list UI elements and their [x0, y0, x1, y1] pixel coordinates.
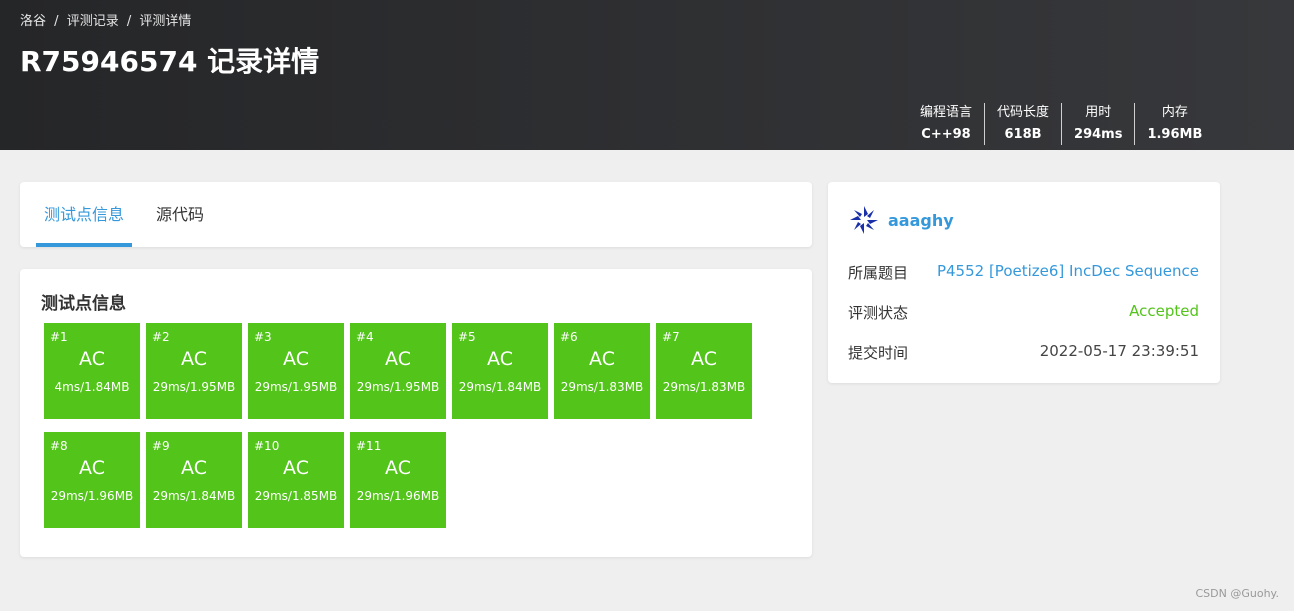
test-case-time-memory: 29ms/1.85MB — [254, 489, 338, 503]
submission-info-card: aaaghy 所属题目 P4552 [Poetize6] IncDec Sequ… — [828, 182, 1220, 383]
test-case-time-memory: 29ms/1.95MB — [254, 380, 338, 394]
problem-label: 所属题目 — [848, 264, 909, 282]
user-info: aaaghy — [848, 204, 954, 236]
stat-value: 294ms — [1074, 127, 1123, 142]
status-label: 评测状态 — [848, 304, 909, 322]
test-cases-grid: #1 AC 4ms/1.84MB #2 AC 29ms/1.95MB #3 AC 29ms/1.… — [44, 323, 764, 528]
test-case-number: #9 — [152, 439, 170, 453]
test-case-status: AC — [181, 457, 207, 479]
breadcrumb-item-home[interactable]: 洛谷 — [20, 14, 46, 29]
test-case-number: #11 — [356, 439, 382, 453]
test-case-status: AC — [487, 348, 513, 370]
test-case-time-memory: 4ms/1.84MB — [54, 380, 130, 394]
tab-test-info[interactable]: 测试点信息 — [36, 182, 133, 247]
breadcrumb-item-detail: 评测详情 — [139, 14, 192, 29]
watermark: CSDN @Guohy. — [1195, 587, 1280, 600]
test-case-tile[interactable]: #2 AC 29ms/1.95MB — [146, 323, 242, 419]
test-case-number: #7 — [662, 330, 680, 344]
test-case-tile[interactable]: #9 AC 29ms/1.84MB — [146, 432, 242, 528]
test-case-number: #1 — [50, 330, 68, 344]
test-case-tile[interactable]: #11 AC 29ms/1.96MB — [350, 432, 446, 528]
test-case-tile[interactable]: #8 AC 29ms/1.96MB — [44, 432, 140, 528]
submit-time-label: 提交时间 — [848, 344, 909, 362]
tabs-card: 测试点信息 源代码 — [20, 182, 812, 247]
submit-time-value: 2022-05-17 23:39:51 — [1039, 342, 1199, 360]
page-header: 洛谷 / 评测记录 / 评测详情 R75946574 记录详情 编程语言 C++… — [0, 0, 1294, 150]
test-case-time-memory: 29ms/1.83MB — [560, 380, 644, 394]
problem-row: 所属题目 P4552 [Poetize6] IncDec Sequence — [848, 262, 1199, 283]
test-case-number: #6 — [560, 330, 578, 344]
stat-value: C++98 — [921, 127, 971, 142]
pinwheel-avatar-icon[interactable] — [848, 204, 880, 236]
test-case-time-memory: 29ms/1.96MB — [356, 489, 440, 503]
tab-source-code[interactable]: 源代码 — [148, 182, 212, 247]
test-case-tile[interactable]: #10 AC 29ms/1.85MB — [248, 432, 344, 528]
problem-link[interactable]: P4552 [Poetize6] IncDec Sequence — [937, 262, 1199, 283]
test-case-status: AC — [181, 348, 207, 370]
stat-value: 618B — [1004, 127, 1042, 142]
breadcrumb-item-records[interactable]: 评测记录 — [67, 14, 119, 29]
test-case-time-memory: 29ms/1.83MB — [662, 380, 746, 394]
stats-bar: 编程语言 C++98 代码长度 618B 用时 294ms 内存 1.96MB — [908, 103, 1214, 145]
breadcrumb-separator: / — [54, 14, 59, 29]
test-case-status: AC — [283, 348, 309, 370]
stat-label: 内存 — [1161, 105, 1188, 120]
test-case-number: #4 — [356, 330, 374, 344]
test-case-time-memory: 29ms/1.84MB — [152, 489, 236, 503]
status-row: 评测状态 Accepted — [848, 302, 1199, 323]
test-case-tile[interactable]: #3 AC 29ms/1.95MB — [248, 323, 344, 419]
stat-language: 编程语言 C++98 — [908, 103, 986, 145]
test-case-status: AC — [283, 457, 309, 479]
test-case-tile[interactable]: #1 AC 4ms/1.84MB — [44, 323, 140, 419]
stat-time: 用时 294ms — [1062, 103, 1136, 145]
test-cases-title: 测试点信息 — [41, 294, 126, 314]
test-case-time-memory: 29ms/1.84MB — [458, 380, 542, 394]
test-case-time-memory: 29ms/1.95MB — [356, 380, 440, 394]
stat-code-length: 代码长度 618B — [985, 103, 1063, 145]
test-case-time-memory: 29ms/1.96MB — [50, 489, 134, 503]
test-case-status: AC — [79, 348, 105, 370]
breadcrumb: 洛谷 / 评测记录 / 评测详情 — [20, 10, 191, 29]
test-case-status: AC — [385, 457, 411, 479]
test-case-tile[interactable]: #6 AC 29ms/1.83MB — [554, 323, 650, 419]
stat-value: 1.96MB — [1147, 127, 1203, 142]
stat-label: 编程语言 — [920, 105, 973, 120]
submit-time-row: 提交时间 2022-05-17 23:39:51 — [848, 342, 1199, 363]
stat-label: 代码长度 — [997, 105, 1050, 120]
test-case-status: AC — [385, 348, 411, 370]
test-case-time-memory: 29ms/1.95MB — [152, 380, 236, 394]
test-case-number: #5 — [458, 330, 476, 344]
status-value: Accepted — [1129, 302, 1199, 320]
stat-memory: 内存 1.96MB — [1135, 103, 1214, 145]
page-title: R75946574 记录详情 — [20, 45, 320, 78]
username-link[interactable]: aaaghy — [888, 211, 954, 230]
breadcrumb-separator: / — [126, 14, 132, 29]
test-case-status: AC — [79, 457, 105, 479]
test-case-tile[interactable]: #5 AC 29ms/1.84MB — [452, 323, 548, 419]
stat-label: 用时 — [1085, 105, 1112, 120]
test-cases-card: 测试点信息 #1 AC 4ms/1.84MB #2 AC 29ms/1.95MB #3 AC 2… — [20, 269, 812, 557]
test-case-number: #2 — [152, 330, 170, 344]
test-case-number: #8 — [50, 439, 68, 453]
test-case-number: #10 — [254, 439, 280, 453]
test-case-tile[interactable]: #7 AC 29ms/1.83MB — [656, 323, 752, 419]
test-case-status: AC — [589, 348, 615, 370]
test-case-tile[interactable]: #4 AC 29ms/1.95MB — [350, 323, 446, 419]
test-case-number: #3 — [254, 330, 272, 344]
test-case-status: AC — [691, 348, 717, 370]
